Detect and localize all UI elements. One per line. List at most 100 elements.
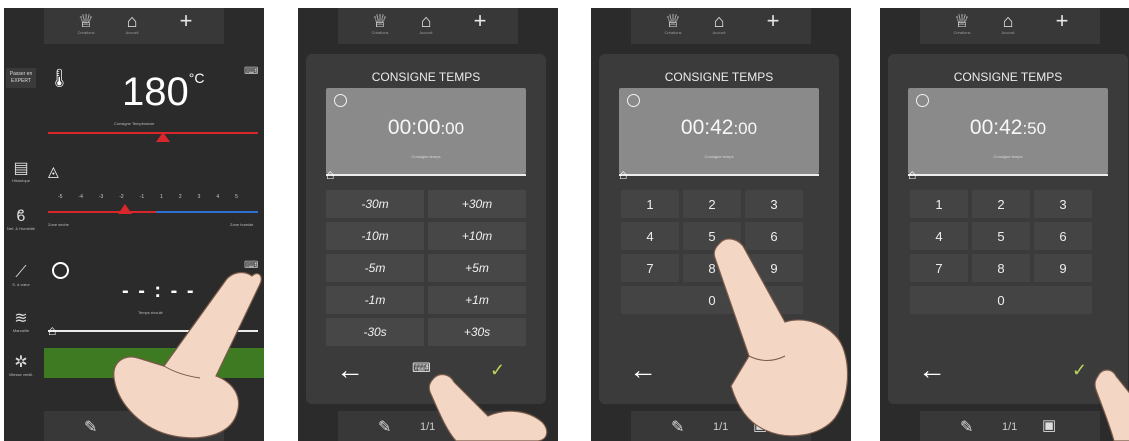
clock-icon [916, 94, 929, 107]
time-setpoint-dialog: CONSIGNE TEMPS 00:00:00 Consigne temps ⌂… [306, 54, 546, 404]
key-4[interactable]: 4 [621, 222, 679, 250]
save-icon[interactable]: ▣ [1042, 416, 1056, 434]
plus-30m-button[interactable]: +30m [428, 190, 526, 218]
side-item-probe[interactable]: ⟋ S. à cœur [6, 264, 36, 287]
side-item-moisture[interactable]: ϐ Nef. & Humidité [6, 208, 36, 231]
clock-icon [52, 262, 69, 279]
side-item-layers[interactable]: ≋ Manuelle [6, 308, 36, 333]
panel-main-screen: ♕ Créations ⌂ Accueil + Passer en EXPERT 🌡… [4, 8, 264, 441]
side-item-fan[interactable]: ✲ Vitesse ventil. [6, 352, 36, 377]
edit-icon[interactable]: ✎ [671, 417, 684, 437]
time-value: 00:42:50 [969, 116, 1047, 139]
edit-icon[interactable]: ✎ [960, 417, 973, 437]
key-3[interactable]: 3 [1034, 190, 1092, 218]
edit-icon[interactable]: ✎ [378, 417, 391, 437]
top-bar: ♕ Créations ⌂ Accueil + [920, 8, 1100, 44]
minus-30m-button[interactable]: -30m [326, 190, 424, 218]
dry-zone-label: Zone sèche [48, 222, 69, 227]
time-slider-home-icon[interactable]: ⌂ [326, 167, 334, 181]
hand-pointer [1094, 369, 1129, 441]
plus-icon[interactable]: + [468, 10, 492, 38]
temperature-value[interactable]: 180°C [122, 70, 204, 115]
time-setpoint-dialog: CONSIGNE TEMPS 00:42:50 Consigne temps ⌂… [888, 54, 1128, 404]
panel-time-keypad: ♕ Créations ⌂ Accueil + CONSIGNE TEMPS 00:… [591, 8, 851, 441]
dialog-title: CONSIGNE TEMPS [664, 70, 774, 84]
key-2[interactable]: 2 [683, 190, 741, 218]
plus-5m-button[interactable]: +5m [428, 254, 526, 282]
humid-zone-label: Zone humide [230, 222, 254, 227]
key-5[interactable]: 5 [972, 222, 1030, 250]
thermometer-icon: 🌡︎ [48, 68, 71, 88]
dialog-title: CONSIGNE TEMPS [953, 70, 1063, 84]
temperature-slider-handle[interactable] [156, 132, 170, 142]
top-bar: ♕ Créations ⌂ Accueil + [338, 8, 518, 44]
time-slider-home-icon[interactable]: ⌂ [908, 167, 916, 181]
temperature-slider[interactable] [48, 132, 258, 134]
time-slider[interactable] [326, 174, 526, 176]
clock-icon [627, 94, 640, 107]
key-0[interactable]: 0 [910, 286, 1092, 314]
hand-pointer [113, 271, 262, 439]
time-slider[interactable] [619, 174, 819, 176]
time-slider[interactable] [908, 174, 1108, 176]
page-indicator: 1/1 [1002, 421, 1018, 433]
expert-button[interactable]: Passer en EXPERT [6, 68, 36, 88]
chef-hat-icon[interactable]: ♕ Créations [950, 12, 974, 38]
panel-time-confirm: ♕ Créations ⌂ Accueil + CONSIGNE TEMPS 00:… [880, 8, 1129, 441]
key-2[interactable]: 2 [972, 190, 1030, 218]
panel-time-adjust: ♕ Créations ⌂ Accueil + CONSIGNE TEMPS 00:… [298, 8, 558, 441]
clock-icon [334, 94, 347, 107]
key-1[interactable]: 1 [910, 190, 968, 218]
time-value: 00:00:00 [387, 116, 465, 139]
key-6[interactable]: 6 [1034, 222, 1092, 250]
side-item-recipes[interactable]: ▤ Historique [6, 158, 36, 183]
time-caption: Consigne temps [993, 154, 1023, 159]
time-value: 00:42:00 [680, 116, 758, 139]
home-icon[interactable]: ⌂ Accueil [414, 12, 438, 38]
chef-hat-icon[interactable]: ♕ Créations [661, 12, 685, 38]
plus-10m-button[interactable]: +10m [428, 222, 526, 250]
back-arrow-icon[interactable]: ← [629, 354, 657, 386]
key-9[interactable]: 9 [1034, 254, 1092, 282]
humidity-slider-humid[interactable] [156, 211, 258, 213]
chef-hat-icon[interactable]: ♕ Créations [74, 12, 98, 38]
time-slider-home-icon[interactable]: ⌂ [619, 167, 627, 181]
humidity-scale: -5 -4 -3 -2 -1 1 2 3 4 5 [58, 194, 238, 200]
minus-30s-button[interactable]: -30s [326, 318, 424, 346]
back-arrow-icon[interactable]: ← [918, 354, 946, 386]
plus-30s-button[interactable]: +30s [428, 318, 526, 346]
humidity-slider-dry[interactable] [48, 211, 156, 213]
key-8[interactable]: 8 [972, 254, 1030, 282]
hand-pointer [428, 373, 548, 441]
back-arrow-icon[interactable]: ← [336, 354, 364, 386]
home-icon[interactable]: ⌂ Accueil [120, 12, 144, 38]
key-3[interactable]: 3 [745, 190, 803, 218]
key-1[interactable]: 1 [621, 190, 679, 218]
edit-icon[interactable]: ✎ [84, 417, 97, 437]
time-slider-home-icon[interactable]: ⌂ [48, 323, 56, 337]
time-display-box: 00:42:50 Consigne temps [908, 88, 1108, 174]
time-display-box: 00:00:00 Consigne temps [326, 88, 526, 174]
plus-icon[interactable]: + [174, 10, 198, 38]
humidity-slider-handle[interactable] [118, 204, 132, 214]
minus-1m-button[interactable]: -1m [326, 286, 424, 314]
dialog-title: CONSIGNE TEMPS [371, 70, 481, 84]
plus-1m-button[interactable]: +1m [428, 286, 526, 314]
minus-5m-button[interactable]: -5m [326, 254, 424, 282]
minus-10m-button[interactable]: -10m [326, 222, 424, 250]
top-bar: ♕ Créations ⌂ Accueil + [44, 8, 224, 44]
plus-icon[interactable]: + [761, 10, 785, 38]
time-caption: Consigne temps [704, 154, 734, 159]
moisture-icon: ◬ [48, 163, 59, 179]
time-display-box: 00:42:00 Consigne temps [619, 88, 819, 174]
chef-hat-icon[interactable]: ♕ Créations [368, 12, 392, 38]
home-icon[interactable]: ⌂ Accueil [707, 12, 731, 38]
key-7[interactable]: 7 [621, 254, 679, 282]
key-7[interactable]: 7 [910, 254, 968, 282]
bottom-bar: ✎ 1/1 ▣ [920, 411, 1100, 441]
keyboard-icon[interactable]: ⌨ [244, 66, 258, 77]
plus-icon[interactable]: + [1050, 10, 1074, 38]
key-4[interactable]: 4 [910, 222, 968, 250]
home-icon[interactable]: ⌂ Accueil [996, 12, 1020, 38]
confirm-check-icon[interactable]: ✓ [1072, 360, 1087, 381]
